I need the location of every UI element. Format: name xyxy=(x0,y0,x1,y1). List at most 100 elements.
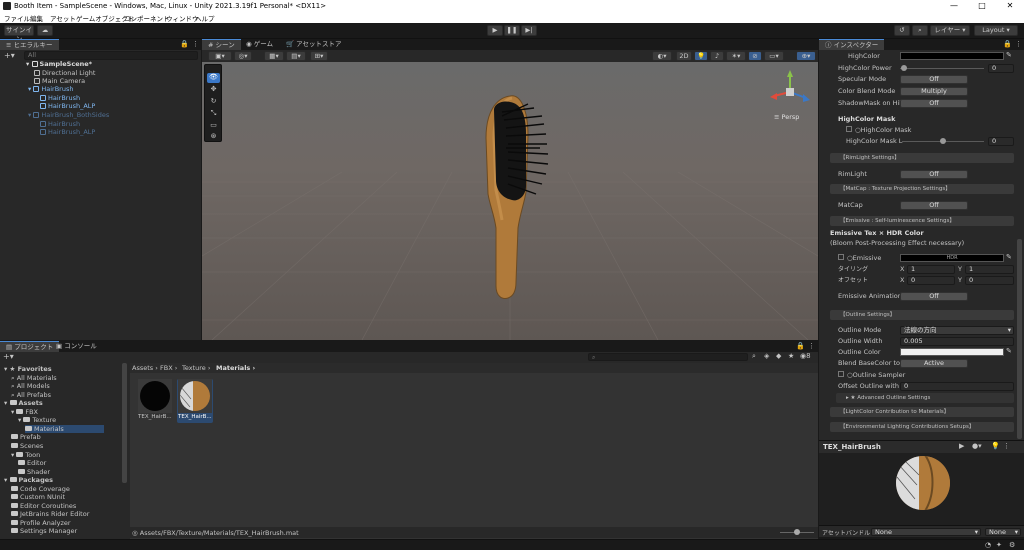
camera-dropdown[interactable]: ▭▾ xyxy=(764,51,784,61)
lighting-icon[interactable]: 💡 xyxy=(694,51,708,61)
tiling-y-field[interactable]: 1 xyxy=(965,265,1014,274)
kebab-menu-icon[interactable]: ⋮ xyxy=(192,40,199,48)
cloud-icon[interactable]: ☁ xyxy=(37,25,53,36)
hierarchy-item-hairbrush-root[interactable]: ▾ HairBrush xyxy=(28,85,73,93)
tiling-x-field[interactable]: 1 xyxy=(907,265,955,274)
eyedropper-icon[interactable]: ✎ xyxy=(1006,253,1012,261)
tab-game[interactable]: ◉ ゲーム xyxy=(240,39,279,50)
menu-file[interactable]: ファイル xyxy=(4,13,30,23)
project-tree-item[interactable]: Settings Manager xyxy=(11,527,77,535)
draw-mode-dropdown[interactable]: ▣▾ xyxy=(208,51,232,61)
transform-tool-icon[interactable]: ⊛ xyxy=(207,132,220,142)
layers-dropdown[interactable]: レイヤー ▾ xyxy=(930,25,970,36)
checkbox-icon[interactable] xyxy=(838,254,844,260)
project-tree-item[interactable]: Profile Analyzer xyxy=(11,519,71,527)
tab-asset-store[interactable]: 🛒 アセットストア xyxy=(280,39,348,50)
tab-hierarchy[interactable]: ≡ ヒエラルキー xyxy=(0,39,59,50)
layout-dropdown[interactable]: Layout ▾ xyxy=(974,25,1018,36)
filter-icon[interactable]: ◈ xyxy=(764,352,769,360)
project-tree-item[interactable]: ▾ ★ Favorites xyxy=(4,365,52,373)
rimlight-section[interactable]: 【RimLight Settings】 xyxy=(830,153,1014,163)
menu-component[interactable]: コンポーネント xyxy=(124,13,170,23)
kebab-menu-icon[interactable]: ⋮ xyxy=(1015,40,1022,48)
project-tree-item[interactable]: ▾ Toon xyxy=(11,451,40,459)
outline-color-swatch[interactable] xyxy=(900,348,1004,356)
audio-icon[interactable]: ♪ xyxy=(710,51,724,61)
project-tree-item[interactable]: ⌕ All Models xyxy=(11,382,50,390)
scale-tool-icon[interactable]: ⤡ xyxy=(207,109,220,119)
slider-handle[interactable] xyxy=(940,138,946,144)
material-preview-sphere[interactable] xyxy=(895,455,951,511)
hairbrush-model[interactable] xyxy=(472,90,562,305)
project-tree-item[interactable]: Editor xyxy=(18,459,46,467)
tab-scene[interactable]: # シーン xyxy=(202,39,241,50)
slider-handle[interactable] xyxy=(901,65,907,71)
hierarchy-item-hairbrush[interactable]: HairBrush xyxy=(40,94,80,102)
highcolor-mask-level-field[interactable]: 0 xyxy=(988,137,1014,146)
project-tree-item[interactable]: Custom NUnit xyxy=(11,493,65,501)
highcolor-mask-row[interactable]: ○HighColor Mask xyxy=(846,126,911,135)
hierarchy-search-input[interactable]: All xyxy=(24,51,198,60)
close-button[interactable]: ✕ xyxy=(996,0,1024,12)
breadcrumb-texture[interactable]: Texture › xyxy=(182,364,210,372)
effects-dropdown[interactable]: ✶▾ xyxy=(726,51,746,61)
add-icon[interactable]: +▾ xyxy=(3,352,14,361)
signin-button[interactable]: サインイン xyxy=(4,25,34,43)
shading-dropdown[interactable]: ◐▾ xyxy=(652,51,672,61)
outline-sampler-row[interactable]: ○Outline Sampler xyxy=(838,371,905,380)
emissive-hdr-swatch[interactable]: HDR xyxy=(900,254,1004,262)
project-tree-item[interactable]: Shader xyxy=(18,468,50,476)
increment-snap-button[interactable]: ⊞▾ xyxy=(310,51,328,61)
play-preview-icon[interactable]: ▶ xyxy=(959,442,964,450)
lightcolor-section[interactable]: 【LightColor Contribution to Materials】 xyxy=(830,407,1014,417)
kebab-menu-icon[interactable]: ⋮ xyxy=(1003,442,1010,450)
slider-handle[interactable] xyxy=(794,529,800,535)
maximize-button[interactable]: □ xyxy=(968,0,996,12)
menu-window[interactable]: ウィンドウ xyxy=(166,13,199,23)
assetbundle-dropdown[interactable]: None ▾ xyxy=(871,528,981,536)
project-tree-item[interactable]: Materials xyxy=(25,424,104,433)
step-icon[interactable]: ▶| xyxy=(521,25,537,36)
matcap-section[interactable]: 【MatCap : Texture Projection Settings】 xyxy=(830,184,1014,194)
menu-assets[interactable]: アセット xyxy=(50,13,76,23)
specular-mode-button[interactable]: Off xyxy=(900,75,968,84)
hierarchy-item-hairbrush-alp[interactable]: HairBrush_ALP xyxy=(40,102,95,110)
checkbox-icon[interactable] xyxy=(838,371,844,377)
grid-dropdown[interactable]: ▤▾ xyxy=(286,51,306,61)
asset-item-selected[interactable]: TEX_HairB... xyxy=(177,379,213,423)
project-tree-item[interactable]: ▾ Packages xyxy=(4,476,53,484)
projection-label[interactable]: ≡ Persp xyxy=(774,113,799,121)
gizmo-dropdown[interactable]: ◎▾ xyxy=(234,51,252,61)
outline-section[interactable]: 【Outline Settings】 xyxy=(830,310,1014,320)
hierarchy-item-directional-light[interactable]: Directional Light xyxy=(34,69,95,77)
project-tree-item[interactable]: JetBrains Rider Editor xyxy=(11,510,89,518)
outline-mode-dropdown[interactable]: 法線の方向 ▾ xyxy=(900,326,1014,335)
highcolor-power-field[interactable]: 0 xyxy=(988,64,1014,73)
project-tree-item[interactable]: Scenes xyxy=(11,442,43,450)
hierarchy-item-bothsides-hairbrush[interactable]: HairBrush xyxy=(40,120,80,128)
gizmos-dropdown[interactable]: ⊕▾ xyxy=(796,51,816,61)
project-tree-item[interactable]: Code Coverage xyxy=(11,485,70,493)
project-tree-item[interactable]: Editor Coroutines xyxy=(11,502,76,510)
matcap-button[interactable]: Off xyxy=(900,201,968,210)
checkbox-icon[interactable] xyxy=(846,126,852,132)
label-icon[interactable]: ◆ xyxy=(776,352,781,360)
hidden-packages-icon[interactable]: ◉8 xyxy=(800,352,811,360)
menu-help[interactable]: ヘルプ xyxy=(195,13,215,23)
highcolor-swatch[interactable] xyxy=(900,52,1004,60)
inspector-scrollbar[interactable] xyxy=(1017,239,1022,439)
project-search-input[interactable]: ⌕ xyxy=(588,353,748,361)
minimize-button[interactable]: — xyxy=(940,0,968,12)
history-icon[interactable]: ↺ xyxy=(894,25,910,36)
pause-icon[interactable]: ❚❚ xyxy=(504,25,520,36)
menu-edit[interactable]: 編集 xyxy=(30,13,43,23)
env-lighting-section[interactable]: 【Environmental Lighting Contributions Se… xyxy=(830,422,1014,432)
hierarchy-item-bothsides[interactable]: ▾ HairBrush_BothSides xyxy=(28,111,109,119)
asset-item[interactable]: TEX_HairB... xyxy=(138,379,172,423)
lock-icon[interactable]: 🔒 xyxy=(796,342,805,350)
play-icon[interactable]: ▶ xyxy=(487,25,503,36)
rimlight-button[interactable]: Off xyxy=(900,170,968,179)
hierarchy-item-main-camera[interactable]: Main Camera xyxy=(34,77,85,85)
highcolor-power-slider[interactable] xyxy=(900,68,984,69)
offset-y-field[interactable]: 0 xyxy=(965,276,1014,285)
